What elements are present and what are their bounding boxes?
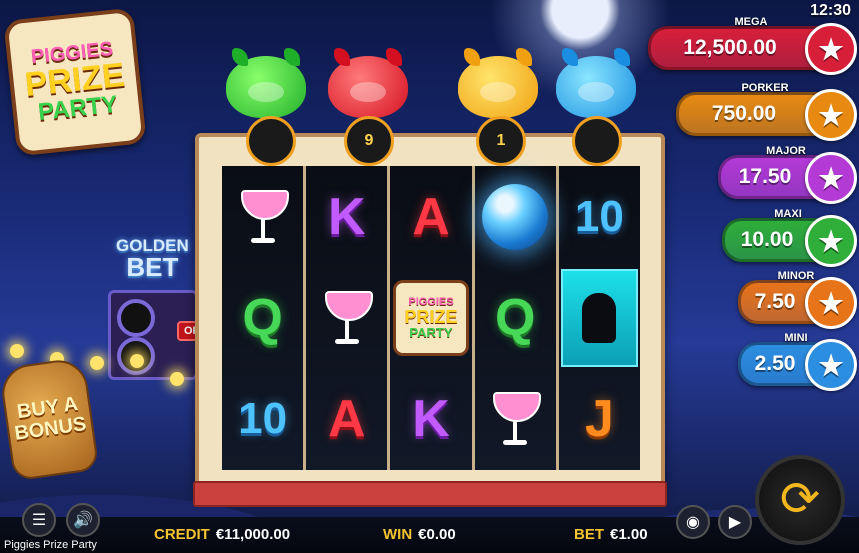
letter-symbol: K [328, 187, 366, 246]
jackpot-major: MAJOR 17.50 ★ [718, 145, 857, 204]
light-bulb-icon [90, 356, 104, 370]
jackpot-value: 17.50 [738, 165, 792, 188]
red-pig [328, 48, 408, 118]
jackpot-porker: PORKER 750.00 ★ [676, 82, 857, 141]
spin-button[interactable]: ⟳ [755, 455, 845, 545]
letter-symbol: K [412, 390, 450, 449]
speaker-icon: 🔊 [73, 512, 93, 529]
letter-symbol: 10 [574, 191, 624, 241]
letter-symbol: A [412, 187, 450, 246]
jackpot-label: MEGA [734, 16, 768, 28]
cocktail-symbol [222, 166, 303, 267]
jackpot-minor: MINOR 7.50 ★ [738, 270, 857, 329]
reel-3: A PIGGIES PRIZE PARTY K [390, 166, 472, 470]
jackpot-mini: MINI 2.50 ★ [738, 332, 857, 391]
blue-pig [556, 48, 636, 118]
buy-a-bonus-button[interactable]: BUY A BONUS [0, 356, 100, 482]
light-bulb-icon [130, 354, 144, 368]
star-icon: ★ [805, 339, 857, 391]
credit-display: CREDIT €11,000.00 [154, 526, 290, 543]
credit-value: €11,000.00 [215, 526, 291, 543]
letter-symbol: A [328, 390, 366, 449]
jackpot-label: MAJOR [766, 145, 806, 157]
reel-1: Q 10 [222, 166, 304, 470]
jackpot-value: 2.50 [754, 352, 796, 375]
game-logo: PIGGIES PRIZE PARTY [3, 7, 147, 157]
coins-icon: ◉ [686, 514, 700, 531]
jackpot-value: 10.00 [740, 228, 794, 251]
bet-label: BET [574, 526, 604, 543]
spin-icon: ⟳ [779, 473, 821, 526]
letter-symbol: Q [242, 288, 283, 347]
cocktail-symbol [475, 369, 556, 470]
reel-2: KA [306, 166, 388, 470]
star-icon: ★ [805, 23, 857, 75]
jackpot-label: MINI [784, 332, 808, 344]
star-icon: ★ [805, 277, 857, 329]
letter-symbol: Q [494, 288, 536, 347]
letter-symbol: J [584, 390, 614, 449]
jackpot-label: MAXI [774, 208, 802, 220]
jackpot-maxi: MAXI 10.00 ★ [722, 208, 857, 267]
pig-counter-value: 1 [496, 132, 506, 149]
star-icon: ★ [805, 89, 857, 141]
star-icon: ★ [805, 215, 857, 267]
green-pig [226, 48, 306, 118]
autoplay-button[interactable]: ▶ [718, 505, 752, 539]
reel-4: Q [474, 166, 556, 470]
light-bulb-icon [10, 344, 24, 358]
letter-symbol: 10 [238, 394, 288, 444]
clock: 12:30 [810, 2, 851, 19]
menu-icon: ☰ [31, 512, 47, 529]
sound-button[interactable]: 🔊 [66, 503, 100, 537]
star-icon: ★ [805, 152, 857, 204]
light-bulb-icon [170, 372, 184, 386]
reels-grid: Q 10 K A A PIGGIES PRIZE PARTY K Q 10 J [222, 166, 640, 470]
credit-label: CREDIT [154, 526, 210, 543]
bet-value: €1.00 [610, 526, 648, 543]
pig-counter-4 [572, 116, 622, 166]
autoplay-icon: ▶ [728, 514, 742, 531]
scatter-logo-symbol: PIGGIES PRIZE PARTY [390, 267, 471, 368]
jackpot-label: MINOR [777, 270, 815, 282]
pig-counter-3: 1 [476, 116, 526, 166]
disco-ball-symbol [475, 166, 556, 267]
pig-counter-2: 9 [344, 116, 394, 166]
bet-display: BET €1.00 [574, 526, 648, 543]
jackpot-mega: MEGA 12,500.00 ★ [648, 16, 857, 75]
cocktail-symbol [306, 267, 387, 368]
logo-line-3: PARTY [36, 90, 119, 126]
win-label: WIN [383, 526, 413, 543]
pig-counter-value: 9 [364, 132, 374, 149]
jackpot-value: 12,500.00 [683, 36, 777, 59]
pig-counter-1 [246, 116, 296, 166]
bet-coins-button[interactable]: ◉ [676, 505, 710, 539]
win-display: WIN €0.00 [383, 526, 456, 543]
yellow-pig [458, 48, 538, 118]
golden-bet-line-2: BET [126, 252, 179, 282]
reel-5: 10 J [558, 166, 640, 470]
jackpot-value: 750.00 [711, 102, 777, 125]
mystery-pig-symbol [559, 267, 640, 368]
jackpot-label: PORKER [741, 82, 789, 94]
game-name: Piggies Prize Party [4, 539, 97, 551]
menu-button[interactable]: ☰ [22, 503, 56, 537]
win-value: €0.00 [418, 526, 456, 543]
jackpot-value: 7.50 [754, 290, 796, 313]
golden-bet-label: GOLDEN BET [116, 237, 189, 280]
